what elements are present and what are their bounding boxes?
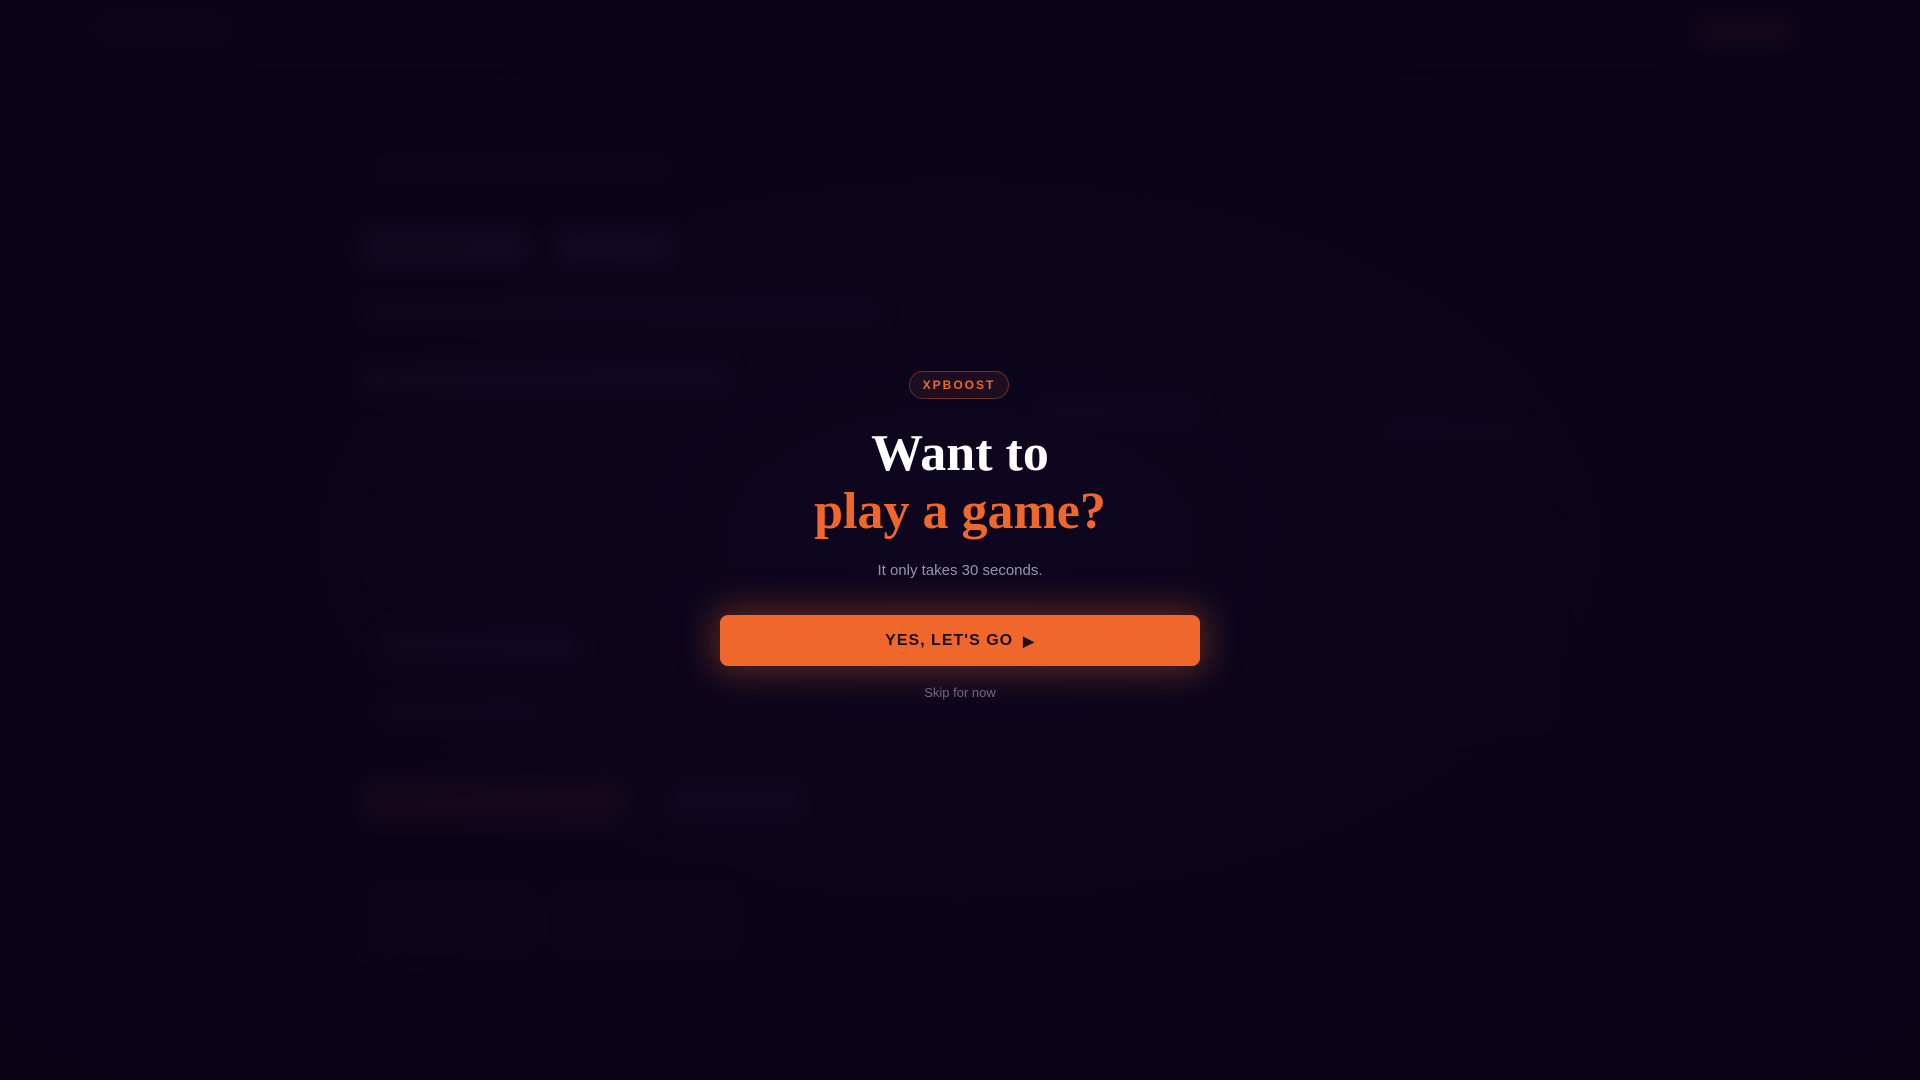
brand-badge: XPBOOST [909,371,1009,399]
game-prompt-modal: XPBOOST Want to play a game? It only tak… [0,0,1920,1080]
start-game-button[interactable]: YES, LET'S GO ▶ [720,615,1200,666]
modal-subtitle: It only takes 30 seconds. [877,562,1043,579]
modal-headline: Want to play a game? [660,425,1260,541]
app-screen: XPBOOST Want to play a game? It only tak… [0,0,1920,1080]
headline-line-2: play a game? [814,483,1106,540]
start-game-button-label: YES, LET'S GO [885,631,1014,649]
headline-line-1: Want to [871,425,1049,482]
play-icon: ▶ [1023,632,1035,649]
skip-link[interactable]: Skip for now [860,684,1060,702]
